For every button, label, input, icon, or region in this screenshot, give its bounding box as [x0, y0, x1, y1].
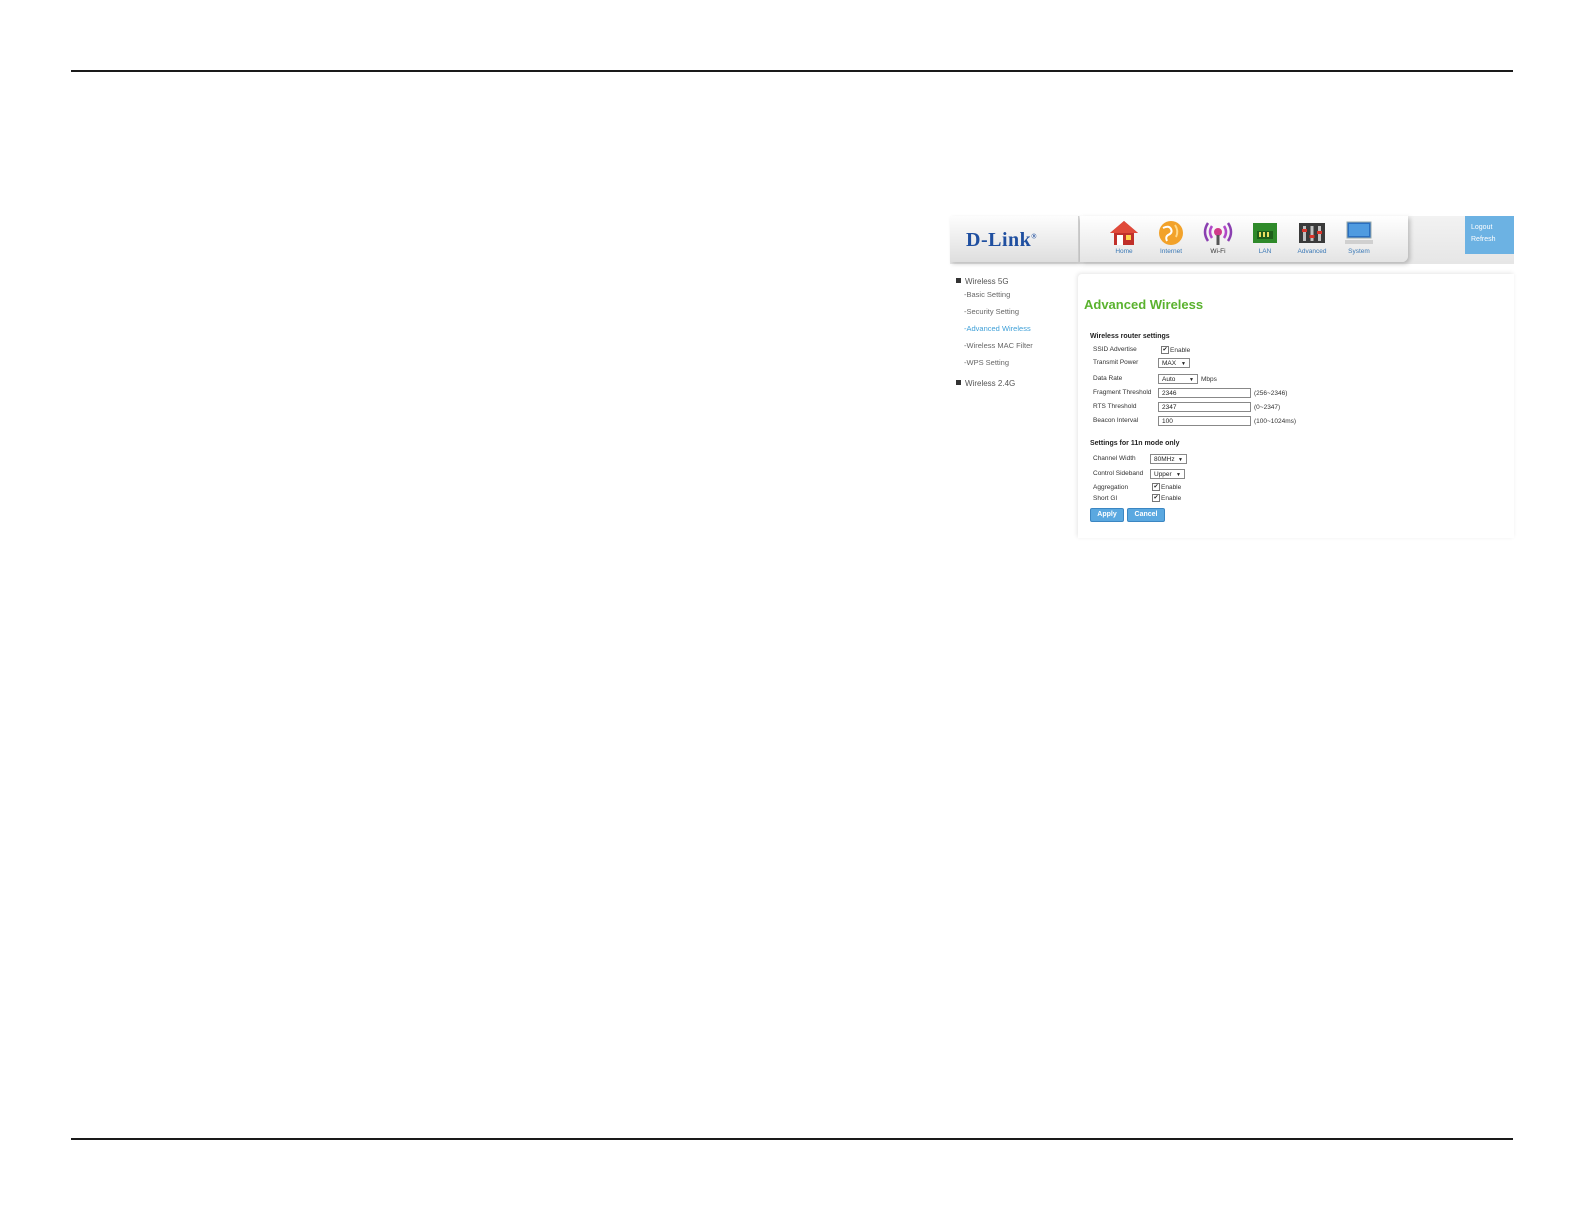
transmit-power-value: MAX	[1162, 360, 1177, 367]
data-rate-value: Auto	[1162, 376, 1176, 383]
dlink-logo[interactable]: D-Link®	[966, 229, 1037, 252]
fragment-threshold-label: Fragment Threshold	[1093, 389, 1152, 396]
channel-width-select[interactable]: 80MHz ▼	[1150, 454, 1187, 464]
chevron-down-icon: ▼	[1189, 377, 1194, 383]
rts-threshold-input[interactable]: 2347	[1158, 402, 1251, 412]
fragment-threshold-input[interactable]: 2346	[1158, 388, 1251, 398]
sidebar-item-security-setting[interactable]: -Security Setting	[964, 307, 1019, 316]
page-title: Advanced Wireless	[1084, 297, 1204, 312]
content-panel: Advanced Wireless Wireless router settin…	[1078, 274, 1514, 538]
square-bullet-icon	[956, 278, 961, 283]
fragment-threshold-hint: (256~2346)	[1254, 390, 1288, 397]
data-rate-label: Data Rate	[1093, 375, 1123, 382]
sidebar-group-label: Wireless 2.4G	[965, 379, 1016, 388]
sidebar-group-wireless-5g[interactable]: Wireless 5G	[956, 277, 1009, 286]
short-gi-enable-label: Enable	[1161, 495, 1182, 502]
sidebar-item-basic-setting[interactable]: -Basic Setting	[964, 290, 1010, 299]
router-screenshot: D-Link® Home Internet Wi-Fi LAN Advanced…	[950, 216, 1514, 538]
logo-box: D-Link®	[950, 216, 1079, 262]
nav-home[interactable]: Home	[1102, 219, 1146, 259]
refresh-link[interactable]: Refresh	[1471, 236, 1496, 243]
logo-text: D-Link	[966, 229, 1032, 251]
nav-advanced[interactable]: Advanced	[1290, 219, 1334, 259]
control-sideband-select[interactable]: Upper ▼	[1150, 469, 1185, 479]
channel-width-value: 80MHz	[1154, 456, 1175, 463]
nav-system[interactable]: System	[1337, 219, 1381, 259]
beacon-interval-hint: (100~1024ms)	[1254, 418, 1297, 425]
square-bullet-icon	[956, 380, 961, 385]
lan-icon	[1253, 223, 1277, 243]
session-panel: Logout Refresh	[1465, 216, 1514, 254]
nav-wifi[interactable]: Wi-Fi	[1196, 219, 1240, 259]
apply-button[interactable]: Apply	[1090, 508, 1124, 522]
ssid-advertise-label: SSID Advertise	[1093, 346, 1137, 353]
chevron-down-icon: ▼	[1178, 457, 1183, 463]
nav-label-home: Home	[1115, 248, 1133, 255]
beacon-interval-label: Beacon Interval	[1093, 417, 1139, 424]
aggregation-label: Aggregation	[1093, 484, 1129, 491]
nav-label-internet: Internet	[1159, 248, 1183, 255]
header-bar: D-Link® Home Internet Wi-Fi LAN Advanced…	[950, 216, 1514, 264]
section-title-router-settings: Wireless router settings	[1090, 333, 1170, 340]
data-rate-unit: Mbps	[1201, 376, 1217, 383]
nav-label-wifi: Wi-Fi	[1210, 248, 1226, 255]
advanced-icon	[1299, 223, 1325, 243]
sidebar-item-wireless-mac-filter[interactable]: -Wireless MAC Filter	[964, 341, 1033, 350]
control-sideband-value: Upper	[1154, 471, 1172, 478]
chevron-down-icon: ▼	[1176, 472, 1181, 478]
top-rule	[71, 70, 1513, 72]
sidebar-group-label: Wireless 5G	[965, 277, 1009, 286]
logo-registered-mark: ®	[1031, 232, 1037, 241]
home-icon	[1110, 221, 1138, 245]
aggregation-checkbox[interactable]: ✔	[1152, 483, 1160, 491]
nav-internet[interactable]: Internet	[1149, 219, 1193, 259]
control-sideband-label: Control Sideband	[1093, 470, 1144, 477]
transmit-power-select[interactable]: MAX ▼	[1158, 358, 1190, 368]
rts-threshold-hint: (0~2347)	[1254, 404, 1281, 411]
rts-threshold-label: RTS Threshold	[1093, 403, 1137, 410]
beacon-interval-input[interactable]: 100	[1158, 416, 1251, 426]
nav-lan[interactable]: LAN	[1243, 219, 1287, 259]
cancel-button[interactable]: Cancel	[1127, 508, 1165, 522]
section-title-11n-settings: Settings for 11n mode only	[1090, 440, 1180, 447]
globe-icon	[1159, 221, 1183, 245]
wifi-icon	[1203, 222, 1233, 245]
nav-label-lan: LAN	[1258, 248, 1272, 255]
ssid-advertise-checkbox[interactable]: ✔	[1161, 346, 1169, 354]
short-gi-label: Short GI	[1093, 495, 1118, 502]
sidebar-item-wps-setting[interactable]: -WPS Setting	[964, 358, 1009, 367]
transmit-power-label: Transmit Power	[1093, 359, 1139, 366]
chevron-down-icon: ▼	[1181, 361, 1186, 367]
channel-width-label: Channel Width	[1093, 455, 1136, 462]
sidebar-group-wireless-24g[interactable]: Wireless 2.4G	[956, 379, 1015, 388]
nav-label-advanced: Advanced	[1297, 248, 1327, 255]
main-nav: Home Internet Wi-Fi LAN Advanced System	[1080, 216, 1408, 262]
ssid-advertise-enable-label: Enable	[1170, 347, 1191, 354]
monitor-icon	[1345, 221, 1373, 244]
nav-label-system: System	[1348, 248, 1370, 255]
bottom-rule	[71, 1138, 1513, 1140]
sidebar-item-advanced-wireless[interactable]: -Advanced Wireless	[964, 324, 1031, 333]
logout-link[interactable]: Logout	[1471, 224, 1492, 231]
data-rate-select[interactable]: Auto ▼	[1158, 374, 1198, 384]
short-gi-checkbox[interactable]: ✔	[1152, 494, 1160, 502]
aggregation-enable-label: Enable	[1161, 484, 1182, 491]
